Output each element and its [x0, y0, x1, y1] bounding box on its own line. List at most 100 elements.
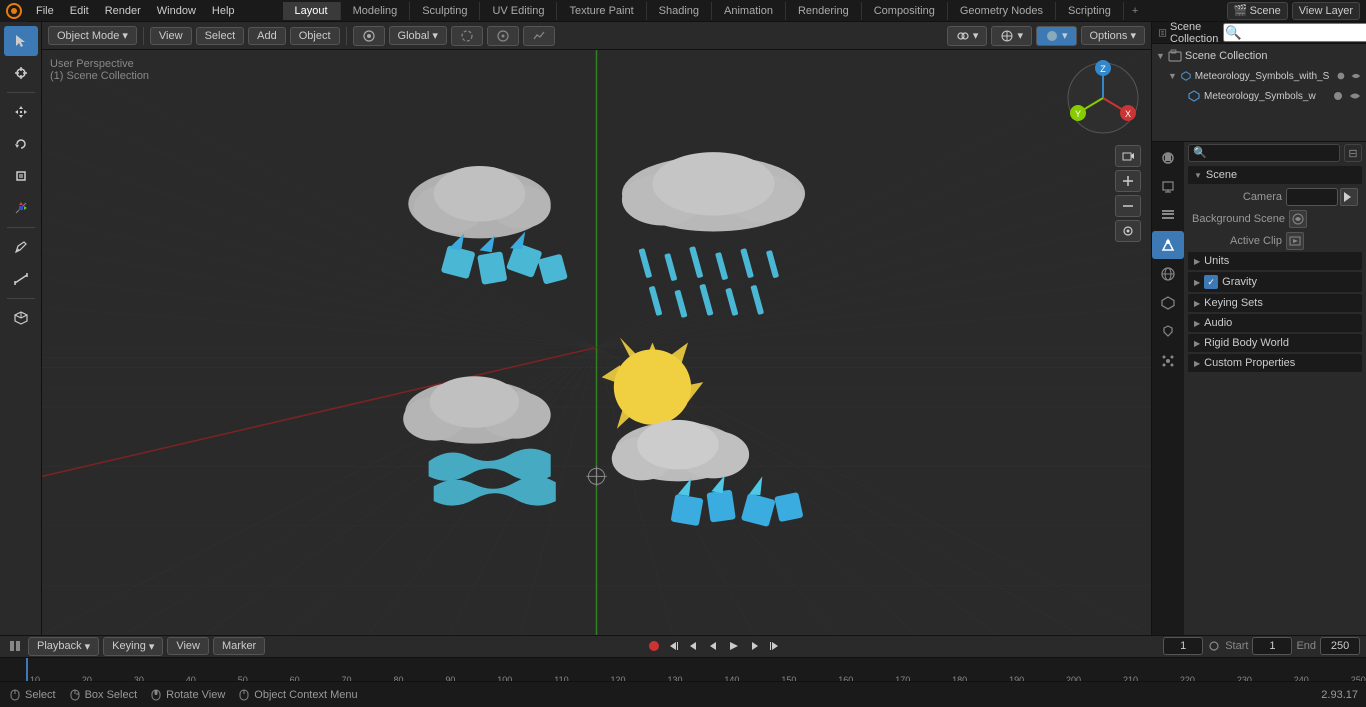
- menu-edit[interactable]: Edit: [62, 3, 97, 19]
- cursor-tool-btn[interactable]: [4, 58, 38, 88]
- proportional-edit-btn[interactable]: [487, 26, 519, 46]
- item-2-viewport-toggle[interactable]: [1348, 89, 1362, 103]
- tab-animation[interactable]: Animation: [712, 2, 786, 20]
- tab-sculpting[interactable]: Sculpting: [410, 2, 480, 20]
- bg-scene-picker-btn[interactable]: [1289, 210, 1307, 228]
- tl-keying-btn[interactable]: Keying ▾: [103, 637, 163, 656]
- outliner-top-bar: Scene Collection ⚙: [1152, 22, 1366, 44]
- annotate-tool-btn[interactable]: [4, 232, 38, 262]
- tab-modeling[interactable]: Modeling: [341, 2, 411, 20]
- outliner-item-2[interactable]: Meteorology_Symbols_w: [1152, 86, 1366, 106]
- gizmo-toggle-group[interactable]: ▾: [991, 26, 1032, 46]
- prop-tab-render[interactable]: [1152, 144, 1184, 172]
- view-menu[interactable]: View: [150, 27, 192, 45]
- tab-shading[interactable]: Shading: [647, 2, 712, 20]
- zoom-in-btn[interactable]: [1115, 170, 1141, 192]
- graph-btn[interactable]: [523, 26, 555, 46]
- props-custom-props-header[interactable]: ▶ Custom Properties: [1188, 354, 1362, 372]
- props-rigid-body-header[interactable]: ▶ Rigid Body World: [1188, 334, 1362, 352]
- prop-tab-world[interactable]: [1152, 260, 1184, 288]
- rotate-status: Rotate View: [149, 688, 225, 702]
- tab-texture-paint[interactable]: Texture Paint: [557, 2, 646, 20]
- transform-tool-btn[interactable]: [4, 193, 38, 223]
- tab-scripting[interactable]: Scripting: [1056, 2, 1124, 20]
- tl-record-btn[interactable]: [645, 637, 663, 655]
- tl-jump-end-btn[interactable]: [765, 637, 783, 655]
- tl-play-btn[interactable]: [725, 637, 743, 655]
- item-1-viewport-toggle[interactable]: [1350, 69, 1362, 83]
- props-units-header[interactable]: ▶ Units: [1188, 252, 1362, 270]
- prop-tab-modifiers[interactable]: [1152, 318, 1184, 346]
- camera-view-btn[interactable]: [1115, 145, 1141, 167]
- options-btn[interactable]: Options ▾: [1081, 26, 1146, 45]
- tab-compositing[interactable]: Compositing: [862, 2, 948, 20]
- tl-play-reverse-btn[interactable]: [705, 637, 723, 655]
- end-frame-input[interactable]: [1320, 637, 1360, 655]
- prop-tab-view-layer[interactable]: [1152, 202, 1184, 230]
- view-layer-selector[interactable]: View Layer: [1292, 2, 1360, 20]
- camera-picker-btn[interactable]: [1340, 188, 1358, 206]
- menu-help[interactable]: Help: [204, 3, 243, 19]
- current-frame-input[interactable]: 1: [1163, 637, 1203, 655]
- menu-render[interactable]: Render: [97, 3, 149, 19]
- props-scene-header[interactable]: ▼ Scene: [1188, 166, 1362, 184]
- start-frame-input[interactable]: [1252, 637, 1292, 655]
- measure-tool-btn[interactable]: [4, 264, 38, 294]
- prop-tab-scene[interactable]: [1152, 231, 1184, 259]
- transform-pivot-btn[interactable]: [353, 26, 385, 46]
- props-main-content: ⊟ ▼ Scene Camera: [1184, 142, 1366, 635]
- add-menu[interactable]: Add: [248, 27, 286, 45]
- props-sidebar: [1152, 142, 1184, 635]
- snap-btn[interactable]: [451, 26, 483, 46]
- gravity-checkbox[interactable]: ✓: [1204, 275, 1218, 289]
- select-tool-btn[interactable]: [4, 26, 38, 56]
- object-menu[interactable]: Object: [290, 27, 340, 45]
- overlay-toggle-group[interactable]: ▾: [947, 26, 988, 46]
- props-keying-sets-header[interactable]: ▶ Keying Sets: [1188, 294, 1362, 312]
- tab-geometry-nodes[interactable]: Geometry Nodes: [948, 2, 1056, 20]
- timeline-scrubber[interactable]: 1020304050 60708090100 110120130140150 1…: [0, 658, 1366, 681]
- zoom-out-btn[interactable]: [1115, 195, 1141, 217]
- tl-view-btn[interactable]: View: [167, 637, 209, 655]
- tl-step-back-btn[interactable]: [685, 637, 703, 655]
- tl-marker-btn[interactable]: Marker: [213, 637, 265, 655]
- active-clip-picker-btn[interactable]: [1286, 232, 1304, 250]
- rotate-tool-btn[interactable]: [4, 129, 38, 159]
- camera-value[interactable]: [1286, 188, 1338, 206]
- navigation-gizmo[interactable]: X Y Z: [1063, 58, 1143, 138]
- outliner-scene-collection[interactable]: ▼ Scene Collection: [1152, 46, 1366, 66]
- props-gravity-header[interactable]: ▶ ✓ Gravity: [1188, 272, 1362, 292]
- viewport[interactable]: Object Mode ▾ View Select Add Object Glo…: [42, 22, 1151, 635]
- prop-tab-object[interactable]: [1152, 289, 1184, 317]
- viewport-canvas[interactable]: User Perspective (1) Scene Collection X …: [42, 50, 1151, 635]
- menu-file[interactable]: File: [28, 3, 62, 19]
- scene-selector[interactable]: 🎬 Scene: [1227, 2, 1288, 20]
- move-tool-btn[interactable]: [4, 97, 38, 127]
- tab-layout[interactable]: Layout: [283, 2, 341, 20]
- props-filter-btn[interactable]: ⊟: [1344, 144, 1362, 162]
- viewport-shading-solid[interactable]: ▾: [1036, 26, 1077, 46]
- prop-tab-particles[interactable]: [1152, 347, 1184, 375]
- transform-orientation-btn[interactable]: Global ▾: [389, 26, 447, 45]
- tl-step-forward-btn[interactable]: [745, 637, 763, 655]
- local-view-btn[interactable]: [1115, 220, 1141, 242]
- menu-window[interactable]: Window: [149, 3, 204, 19]
- scale-tool-btn[interactable]: [4, 161, 38, 191]
- bg-scene-label: Background Scene: [1192, 213, 1285, 225]
- tl-icon-btn[interactable]: [6, 637, 24, 655]
- outliner-item-1[interactable]: ▼ Meteorology_Symbols_with_S: [1152, 66, 1366, 86]
- select-menu[interactable]: Select: [196, 27, 245, 45]
- tab-rendering[interactable]: Rendering: [786, 2, 862, 20]
- object-mode-dropdown[interactable]: Object Mode ▾: [48, 26, 137, 45]
- tl-playback-btn[interactable]: Playback ▾: [28, 637, 99, 656]
- tl-jump-start-btn[interactable]: [665, 637, 683, 655]
- item-1-render-toggle[interactable]: [1335, 69, 1347, 83]
- props-audio-header[interactable]: ▶ Audio: [1188, 314, 1362, 332]
- add-cube-btn[interactable]: [4, 303, 38, 333]
- props-search-input[interactable]: [1188, 144, 1340, 162]
- tab-add-button[interactable]: +: [1124, 2, 1146, 20]
- item-2-render-toggle[interactable]: [1331, 89, 1345, 103]
- outliner-search-input[interactable]: [1223, 23, 1366, 42]
- tab-uv-editing[interactable]: UV Editing: [480, 2, 557, 20]
- prop-tab-output[interactable]: [1152, 173, 1184, 201]
